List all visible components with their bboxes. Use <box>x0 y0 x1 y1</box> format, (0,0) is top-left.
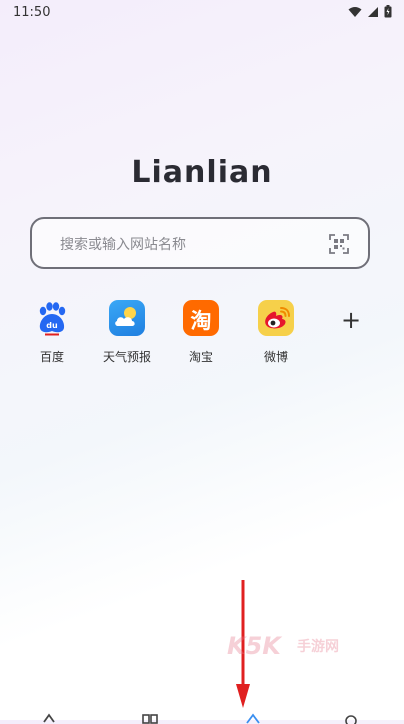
watermark-text-a: K5K <box>227 632 281 660</box>
wifi-icon <box>348 6 362 17</box>
weather-icon <box>109 300 145 336</box>
bottom-nav <box>0 706 404 724</box>
shortcut-weather[interactable]: 天气预报 <box>92 300 162 365</box>
shortcut-label: 天气预报 <box>102 350 151 364</box>
watermark-text-b: 手游网 <box>297 639 339 655</box>
taobao-icon: 淘 <box>183 300 219 336</box>
profile-icon[interactable] <box>342 712 360 724</box>
back-icon[interactable] <box>40 712 58 724</box>
plus-icon: + <box>340 306 362 334</box>
shortcut-label: 百度 <box>39 350 64 364</box>
status-icons <box>348 5 392 18</box>
shortcut-label: 微博 <box>263 350 288 364</box>
weibo-icon <box>258 300 294 336</box>
shortcut-taobao[interactable]: 淘 淘宝 <box>166 300 236 365</box>
baidu-icon: du <box>34 300 70 336</box>
watermark: K5K 手游网 <box>227 630 357 666</box>
search-input[interactable] <box>58 231 312 259</box>
status-bar: 11:50 <box>0 0 404 28</box>
brand-title: Lianlian <box>131 155 273 190</box>
svg-text:du: du <box>46 321 58 330</box>
shortcut-weibo[interactable]: 微博 <box>241 300 311 365</box>
signal-icon <box>368 6 378 17</box>
taobao-glyph: 淘 <box>190 309 212 333</box>
shortcut-baidu[interactable]: du 百度 <box>17 300 87 365</box>
home-icon[interactable] <box>244 712 262 724</box>
tabs-icon[interactable] <box>141 712 159 724</box>
search-box[interactable] <box>30 217 370 269</box>
battery-icon <box>384 5 392 18</box>
status-time: 11:50 <box>13 5 51 20</box>
add-shortcut-button[interactable]: + <box>339 308 363 332</box>
shortcut-label: 淘宝 <box>188 350 213 364</box>
shortcut-grid: du 百度 天气预报 淘 淘宝 微博 + <box>33 300 373 370</box>
scan-qr-icon[interactable] <box>328 233 350 255</box>
